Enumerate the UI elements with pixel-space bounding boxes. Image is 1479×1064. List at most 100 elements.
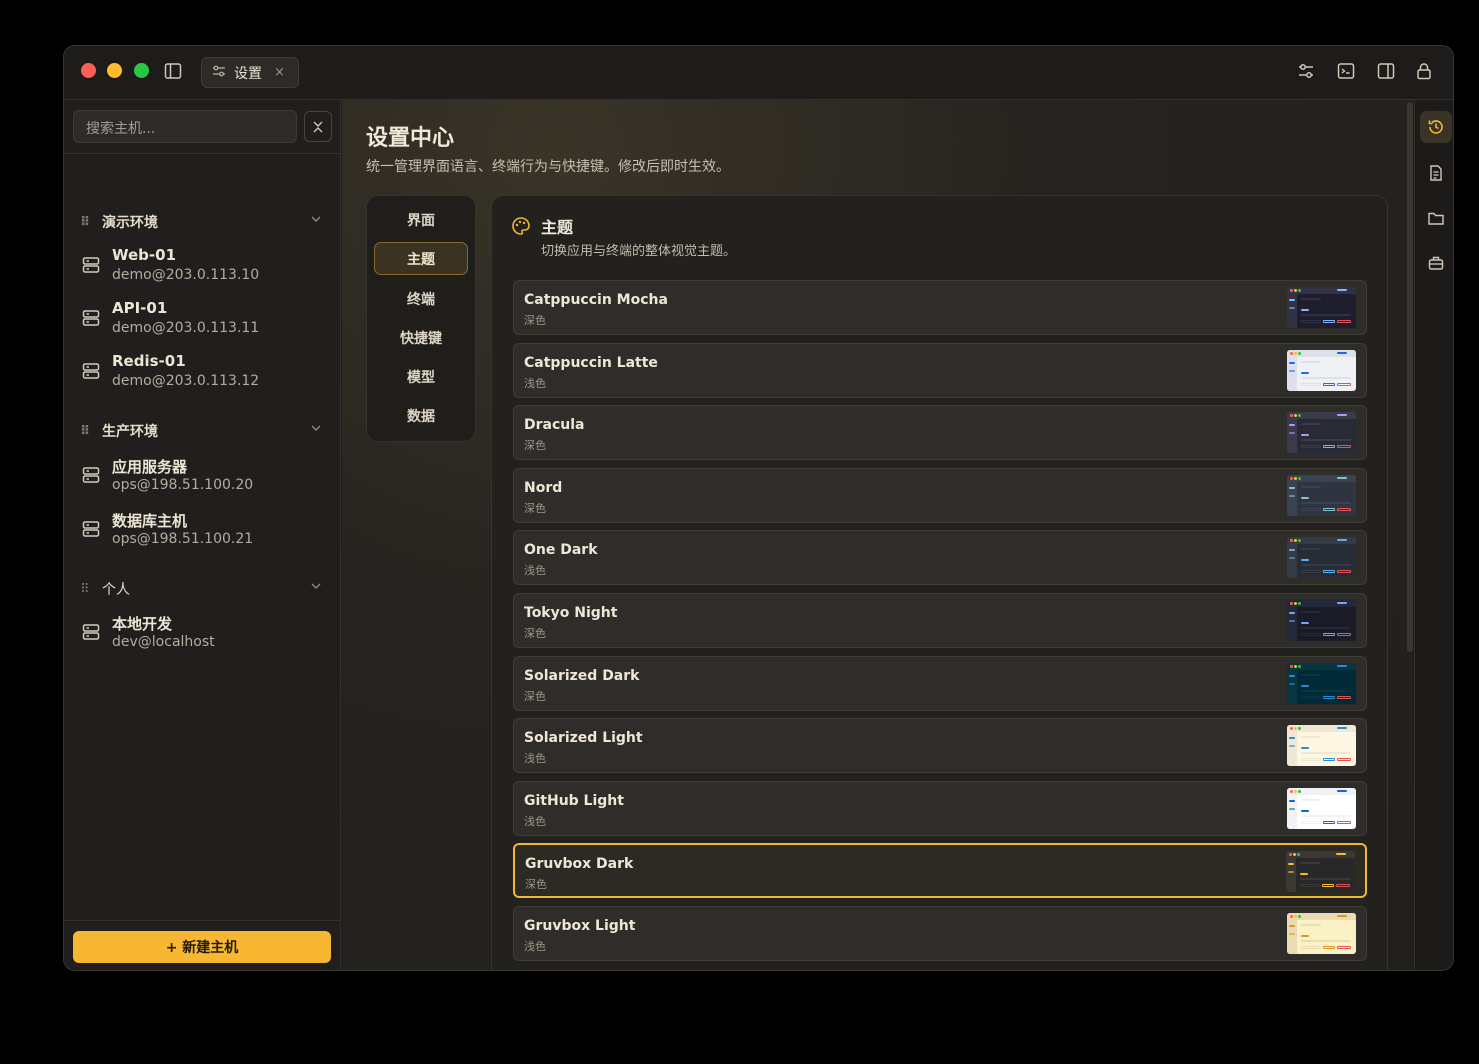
theme-kind: 浅色 [524,752,546,766]
minimize-window-button[interactable] [107,63,122,78]
theme-kind: 深色 [524,314,546,327]
theme-option[interactable]: Catppuccin Mocha 深色 [513,280,1367,335]
theme-kind: 深色 [524,501,546,515]
drag-handle-icon[interactable]: ⠿ [80,215,102,230]
group-header-demo[interactable]: ⠿ 演示环境 [80,211,330,233]
chevron-down-icon[interactable] [310,422,322,438]
host-name: 本地开发 [112,615,173,633]
nav-item-terminal[interactable]: 终端 [374,282,468,315]
host-item[interactable]: Redis-01 demo@203.0.113.12 [80,352,330,394]
host-item[interactable]: API-01 demo@203.0.113.11 [80,299,330,341]
host-address: ops@198.51.100.21 [112,531,254,547]
theme-name: Gruvbox Dark [525,856,634,873]
drag-handle-icon[interactable]: ⠿ [80,582,102,597]
theme-kind: 浅色 [524,814,546,828]
theme-preview-thumbnail [1287,412,1356,454]
server-icon [82,623,100,645]
theme-option[interactable]: GitHub Light 浅色 [513,780,1367,836]
document-icon[interactable] [1420,157,1452,189]
server-icon [82,362,100,384]
theme-option[interactable]: Tokyo Night 深色 [513,593,1367,648]
lock-icon[interactable] [1413,60,1435,82]
theme-name: Solarized Light [524,730,643,747]
app-window: 设置 × 搜索主机... ⠿ 演示环境 Web-01 demo@203.0.11… [63,45,1454,971]
chevron-down-icon[interactable] [310,580,322,596]
host-name: 应用服务器 [112,458,188,476]
host-search-input[interactable]: 搜索主机... [73,110,297,143]
tab-label: 设置 [234,65,262,82]
nav-item-interface[interactable]: 界面 [374,203,468,236]
theme-kind: 浅色 [524,564,546,578]
drag-handle-icon[interactable]: ⠿ [80,424,102,439]
group-name: 个人 [102,582,130,598]
scrollbar[interactable] [1407,102,1413,652]
host-address: demo@203.0.113.10 [112,267,260,283]
server-icon [82,309,100,331]
host-item[interactable]: 应用服务器 ops@198.51.100.20 [80,456,330,498]
divider [64,153,341,154]
server-icon [82,256,100,278]
history-icon[interactable] [1420,111,1452,143]
group-name: 生产环境 [102,424,158,440]
nav-item-shortcuts[interactable]: 快捷键 [374,321,468,354]
terminal-icon[interactable] [1335,60,1357,82]
host-item[interactable]: 本地开发 dev@localhost [80,613,330,655]
divider [64,920,341,921]
new-host-button[interactable]: + 新建主机 [73,931,331,963]
host-name: 数据库主机 [112,512,188,530]
theme-option[interactable]: Catppuccin Latte 浅色 [513,342,1367,398]
split-view-icon[interactable] [1375,60,1397,82]
settings-main: 设置中心 统一管理界面语言、终端行为与快捷键。修改后即时生效。 界面 主题 终端… [342,100,1413,970]
theme-name: Catppuccin Latte [524,354,658,371]
tab-settings[interactable]: 设置 × [201,57,299,88]
page-title: 设置中心 [366,126,455,151]
zoom-window-button[interactable] [134,63,149,78]
host-address: demo@203.0.113.11 [112,320,260,336]
toolbox-icon[interactable] [1420,247,1452,279]
theme-kind: 深色 [525,878,547,892]
host-name: Web-01 [112,246,177,264]
theme-option[interactable]: Gruvbox Light 浅色 [513,906,1367,961]
theme-kind: 浅色 [524,940,546,953]
theme-preview-thumbnail [1287,287,1356,328]
close-window-button[interactable] [81,63,96,78]
server-icon [82,520,100,542]
title-bar: 设置 × [64,46,1453,100]
theme-option[interactable]: Solarized Dark 深色 [513,655,1367,711]
sliders-icon[interactable] [1295,60,1317,82]
theme-preview-thumbnail [1287,474,1356,516]
theme-panel: 主题 切换应用与终端的整体视觉主题。 Catppuccin Mocha 深色 Cat… [491,195,1388,970]
theme-name: Tokyo Night [524,605,618,621]
server-icon [82,466,100,488]
theme-preview-thumbnail [1287,913,1356,954]
theme-preview-thumbnail [1287,662,1356,704]
collapse-icon [313,121,323,132]
nav-item-model[interactable]: 模型 [374,360,468,393]
theme-preview-thumbnail [1287,725,1356,767]
right-rail [1414,100,1453,970]
group-header-production[interactable]: ⠿ 生产环境 [80,420,330,442]
host-sidebar: 搜索主机... ⠿ 演示环境 Web-01 demo@203.0.113.10 … [64,100,341,970]
nav-item-data[interactable]: 数据 [374,399,468,432]
chevron-down-icon[interactable] [310,213,322,229]
host-item[interactable]: Web-01 demo@203.0.113.10 [80,246,330,288]
panel-subtitle: 切换应用与终端的整体视觉主题。 [541,244,737,259]
theme-option[interactable]: Solarized Light 浅色 [513,718,1367,774]
nav-item-theme[interactable]: 主题 [374,242,468,275]
sliders-icon [212,64,226,82]
theme-option[interactable]: Nord 深色 [513,467,1367,523]
host-name: Redis-01 [112,352,186,370]
theme-option[interactable]: Gruvbox Dark 深色 [513,843,1367,899]
theme-name: Nord [524,479,563,496]
folder-icon[interactable] [1420,202,1452,234]
page-subtitle: 统一管理界面语言、终端行为与快捷键。修改后即时生效。 [366,159,730,175]
settings-nav: 界面 主题 终端 快捷键 模型 数据 [366,195,476,442]
tab-close-icon[interactable]: × [274,65,285,80]
sidebar-toggle-icon[interactable] [162,60,184,82]
theme-preview-thumbnail [1287,349,1356,391]
theme-option[interactable]: Dracula 深色 [513,405,1367,461]
host-item[interactable]: 数据库主机 ops@198.51.100.21 [80,510,330,552]
theme-option[interactable]: One Dark 浅色 [513,530,1367,586]
group-header-personal[interactable]: ⠿ 个人 [80,578,330,600]
collapse-all-button[interactable] [304,111,332,142]
